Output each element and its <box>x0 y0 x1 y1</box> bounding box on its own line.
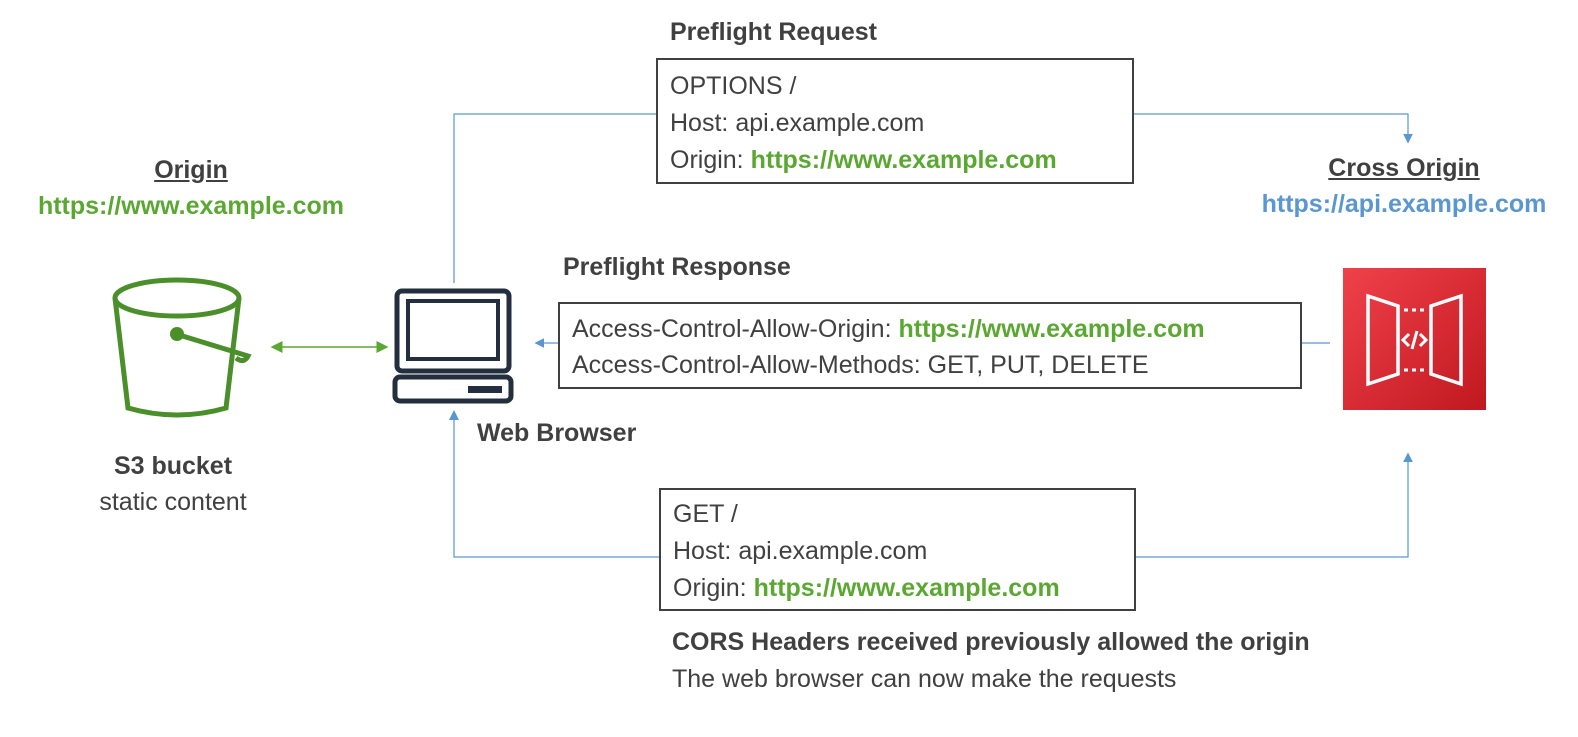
footer-title: CORS Headers received previously allowed… <box>672 628 1310 656</box>
footer-subtitle: The web browser can now make the request… <box>672 665 1177 693</box>
preflight-request-title: Preflight Request <box>670 18 877 46</box>
preflight-response-title: Preflight Response <box>563 253 791 281</box>
get-request-host: Host: api.example.com <box>673 537 928 565</box>
origin-title: Origin <box>154 156 228 184</box>
allow-origin-header: Access-Control-Allow-Origin: https://www… <box>572 315 1205 343</box>
preflight-request-origin: Origin: https://www.example.com <box>670 146 1057 174</box>
preflight-request-box: OPTIONS / Host: api.example.com Origin: … <box>656 58 1134 184</box>
allow-methods-header: Access-Control-Allow-Methods: GET, PUT, … <box>572 351 1149 379</box>
s3-title: S3 bucket <box>113 452 233 480</box>
api-gateway-icon <box>1343 268 1486 410</box>
preflight-request-host: Host: api.example.com <box>670 109 925 137</box>
get-request-origin: Origin: https://www.example.com <box>673 574 1060 602</box>
get-request-method: GET / <box>673 500 738 528</box>
cross-origin-url: https://api.example.com <box>1261 190 1547 218</box>
s3-bucket-icon <box>112 277 252 418</box>
s3-subtitle: static content <box>99 488 247 516</box>
cross-origin-title: Cross Origin <box>1328 154 1480 182</box>
preflight-request-method: OPTIONS / <box>670 72 797 100</box>
browser-label: Web Browser <box>477 419 637 447</box>
preflight-response-box: Access-Control-Allow-Origin: https://www… <box>558 302 1302 389</box>
origin-url: https://www.example.com <box>37 192 345 220</box>
get-request-box: GET / Host: api.example.com Origin: http… <box>659 488 1136 611</box>
laptop-icon <box>392 288 514 404</box>
